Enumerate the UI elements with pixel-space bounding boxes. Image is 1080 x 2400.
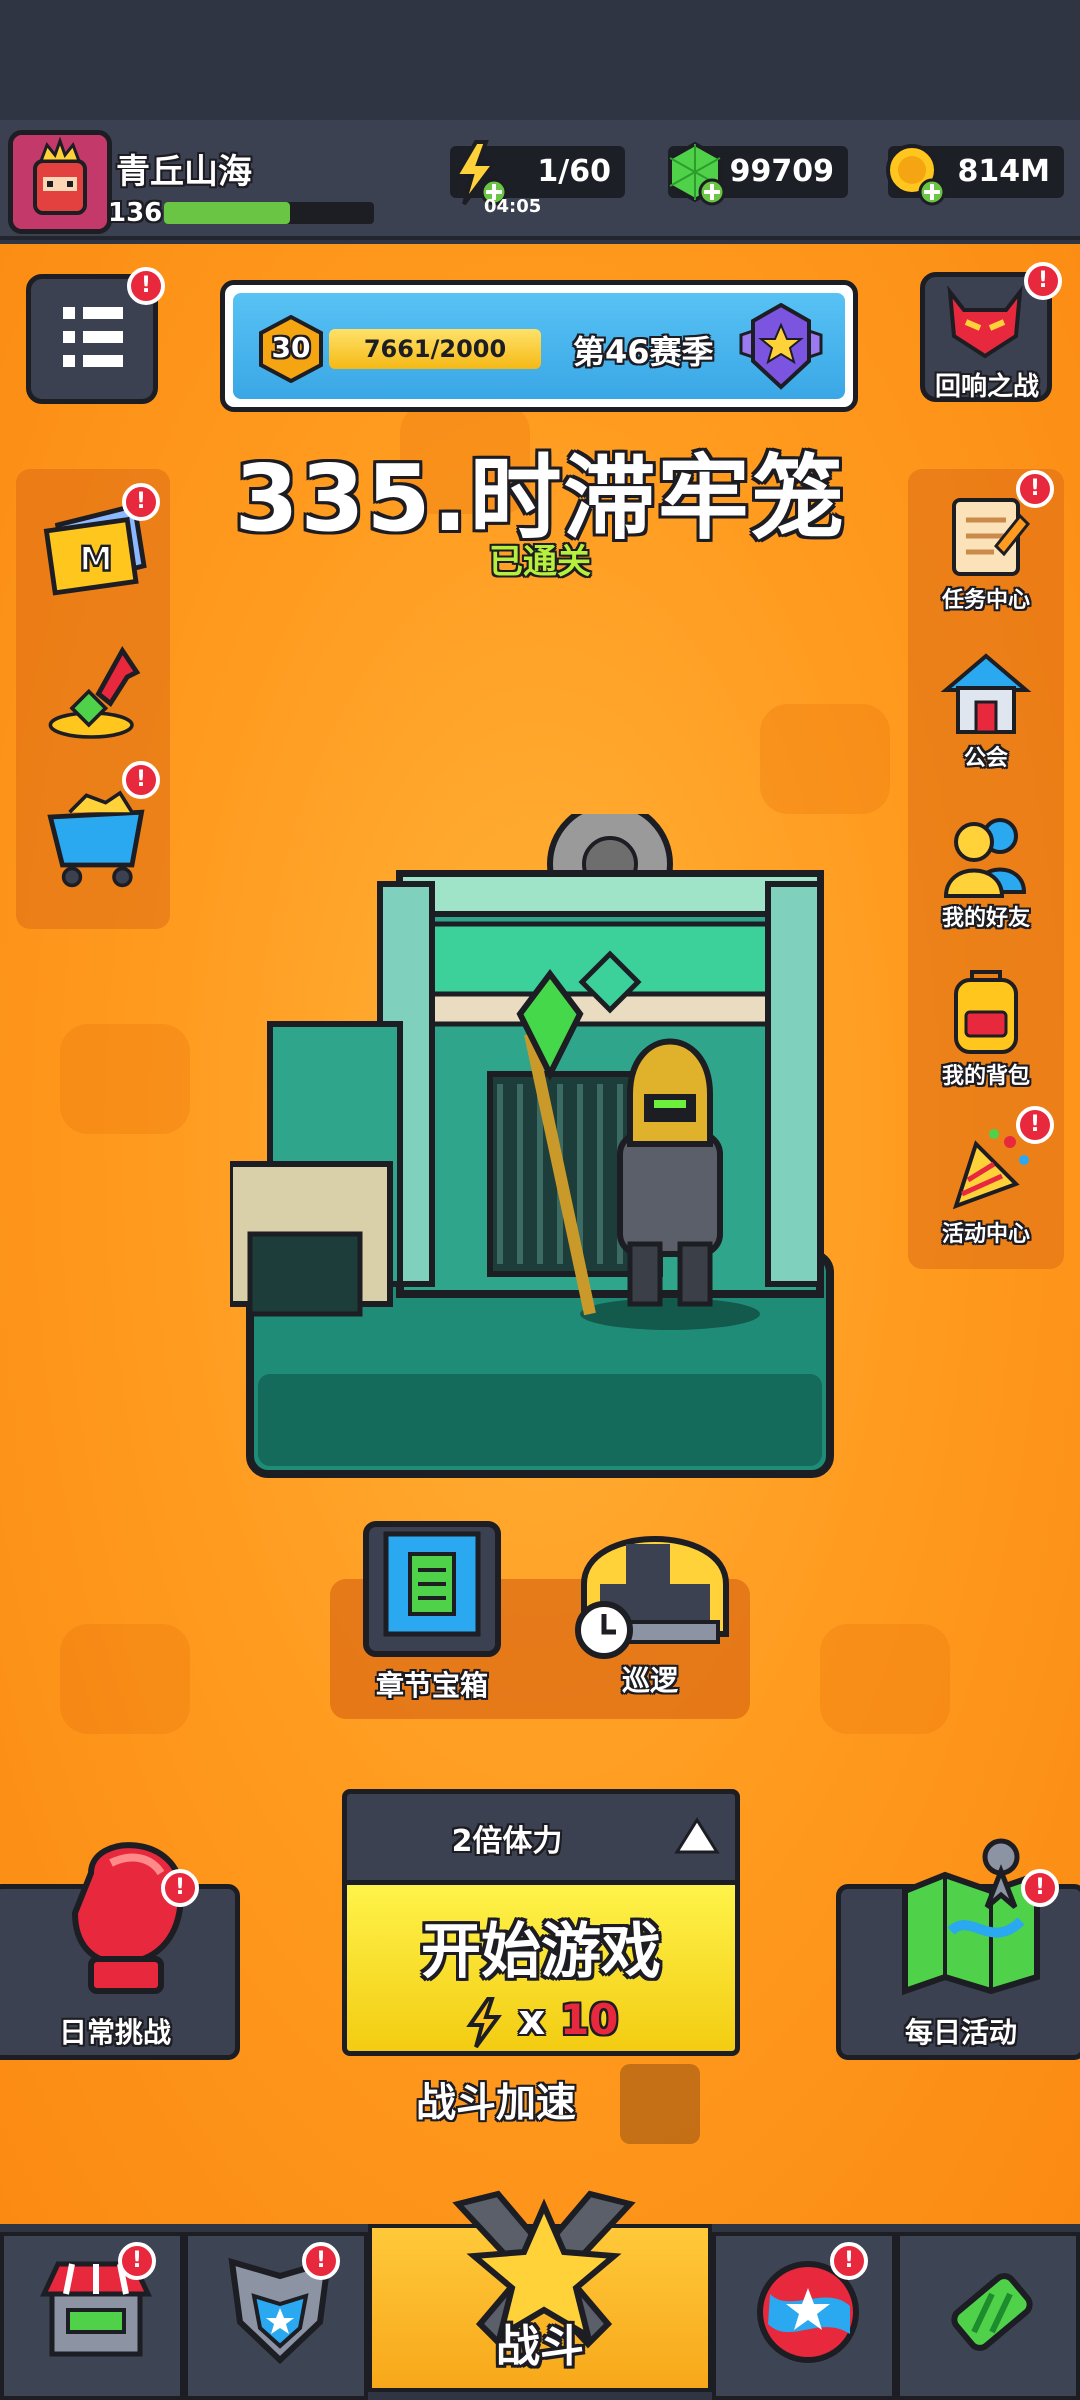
season-pass-inner: 30 7661/2000 第46赛季	[233, 293, 845, 399]
notification-badge: !	[122, 483, 160, 521]
notification-badge: !	[118, 2242, 156, 2280]
event-center-button[interactable]: 活动中心 !	[916, 1106, 1056, 1250]
shop-cart-button[interactable]: !	[26, 761, 166, 909]
battle-speed-toggle[interactable]	[620, 2064, 700, 2144]
top-resource-bar: 青丘山海 136 1/60 04:05 99709 814M	[0, 120, 1080, 240]
notification-badge: !	[830, 2242, 868, 2280]
nav-tab-equipment[interactable]: !	[184, 2232, 368, 2400]
chapter-chest-label: 章节宝箱	[375, 1669, 488, 1702]
season-progress-text: 7661/2000	[363, 335, 507, 363]
gold-value: 814M	[957, 154, 1050, 189]
start-game-label: 开始游戏	[421, 1917, 661, 1987]
triangle-up-icon	[674, 1817, 720, 1854]
season-label: 第46赛季	[573, 333, 714, 371]
nav-tab-talents[interactable]: !	[712, 2232, 896, 2400]
notification-badge: !	[161, 1869, 199, 1907]
cost-multiplier-symbol: x	[518, 1995, 546, 2044]
backpack-icon	[954, 970, 1018, 1054]
season-pass-panel[interactable]: 30 7661/2000 第46赛季	[220, 280, 858, 412]
player-name: 青丘山海	[116, 152, 252, 192]
echo-battle-button[interactable]: 回响之战 !	[918, 262, 1062, 412]
main-stage-area: ! 30 7661/2000 第46赛季 回响之战 ! 335.时滞牢笼 已通关…	[0, 244, 1080, 2224]
dna-capsule-icon	[951, 2273, 1033, 2351]
start-game-button[interactable]: 开始游戏 x 10	[342, 1880, 740, 2056]
patrol-button[interactable]: 巡逻	[560, 1504, 740, 1704]
notification-badge: !	[1016, 1106, 1054, 1144]
map-pin-icon	[902, 1838, 1040, 1996]
guild-label: 公会	[963, 746, 1008, 771]
friends-label: 我的好友	[941, 906, 1030, 931]
gem-icon	[668, 141, 726, 206]
background-pattern	[60, 1024, 190, 1134]
cost-value: 10	[559, 1995, 619, 2044]
patrol-clock-icon	[575, 1536, 729, 1659]
season-progress-bar: 7661/2000	[329, 329, 541, 369]
nav-tab-shop[interactable]: !	[0, 2232, 184, 2400]
boxing-glove-icon	[71, 1842, 185, 1994]
nav-tab-battle-label: 战斗	[496, 2321, 584, 2372]
xp-progress-fill	[164, 202, 290, 224]
energy-counter[interactable]: 1/60 04:05	[450, 140, 625, 217]
start-game-cost: x 10	[347, 1995, 735, 2049]
menu-button[interactable]: !	[26, 267, 165, 404]
player-level: 136	[108, 198, 163, 228]
svg-text:M: M	[79, 540, 112, 579]
quest-center-label: 任务中心	[941, 588, 1030, 613]
friends-icon	[943, 818, 1027, 898]
monthly-card-button[interactable]: M !	[26, 483, 166, 609]
guild-button[interactable]: 公会	[916, 644, 1056, 774]
xp-progress-bar	[164, 202, 374, 224]
nav-tab-evolution[interactable]	[896, 2232, 1080, 2400]
friends-button[interactable]: 我的好友	[916, 804, 1056, 934]
notification-badge: !	[122, 761, 160, 799]
notification-badge: !	[1016, 470, 1054, 508]
lightning-icon	[465, 1996, 502, 2048]
quest-center-button[interactable]: 任务中心 !	[916, 470, 1056, 616]
energy-timer: 04:05	[484, 196, 542, 217]
backpack-button[interactable]: 我的背包	[916, 962, 1056, 1092]
notification-badge: !	[127, 267, 165, 305]
daily-activity-label: 每日活动	[904, 2016, 1017, 2049]
growth-arrow-icon	[48, 645, 141, 739]
chapter-chest-button[interactable]: 章节宝箱	[342, 1514, 522, 1704]
notification-badge: !	[1024, 262, 1062, 300]
notification-badge: !	[302, 2242, 340, 2280]
player-avatar[interactable]	[8, 130, 112, 234]
daily-activity-button[interactable]: 每日活动 !	[836, 1838, 1080, 2060]
guild-house-icon	[940, 653, 1032, 734]
coin-icon	[886, 144, 946, 206]
gold-counter[interactable]: 814M	[886, 144, 1064, 206]
energy-multiplier-value: 2倍体力	[451, 1824, 563, 1859]
daily-challenge-button[interactable]: 日常挑战 !	[0, 1842, 240, 2060]
energy-value: 1/60	[537, 154, 611, 189]
season-emblem-icon	[739, 302, 823, 390]
gem-counter[interactable]: 99709	[668, 141, 848, 206]
daily-challenge-label: 日常挑战	[58, 2016, 171, 2049]
system-status-bar	[0, 0, 1080, 120]
demon-mask-icon	[947, 285, 1023, 359]
treasure-chest-icon	[363, 1521, 501, 1657]
battle-speed-label: 战斗加速	[416, 2080, 576, 2126]
background-pattern	[60, 1624, 190, 1734]
season-level: 30	[271, 331, 311, 364]
background-pattern	[760, 704, 890, 814]
bottom-navigation: ! ! 战斗 !	[0, 2190, 1080, 2400]
notification-badge: !	[1021, 1869, 1059, 1907]
event-center-label: 活动中心	[941, 1222, 1030, 1247]
growth-fund-button[interactable]	[26, 629, 166, 749]
energy-multiplier-dropdown[interactable]: 2倍体力	[342, 1789, 740, 1885]
patrol-label: 巡逻	[621, 1664, 678, 1697]
echo-battle-label: 回响之战	[934, 372, 1039, 402]
backpack-label: 我的背包	[941, 1064, 1030, 1089]
nav-tab-battle[interactable]: 战斗	[368, 2190, 712, 2392]
gem-value: 99709	[729, 154, 834, 189]
